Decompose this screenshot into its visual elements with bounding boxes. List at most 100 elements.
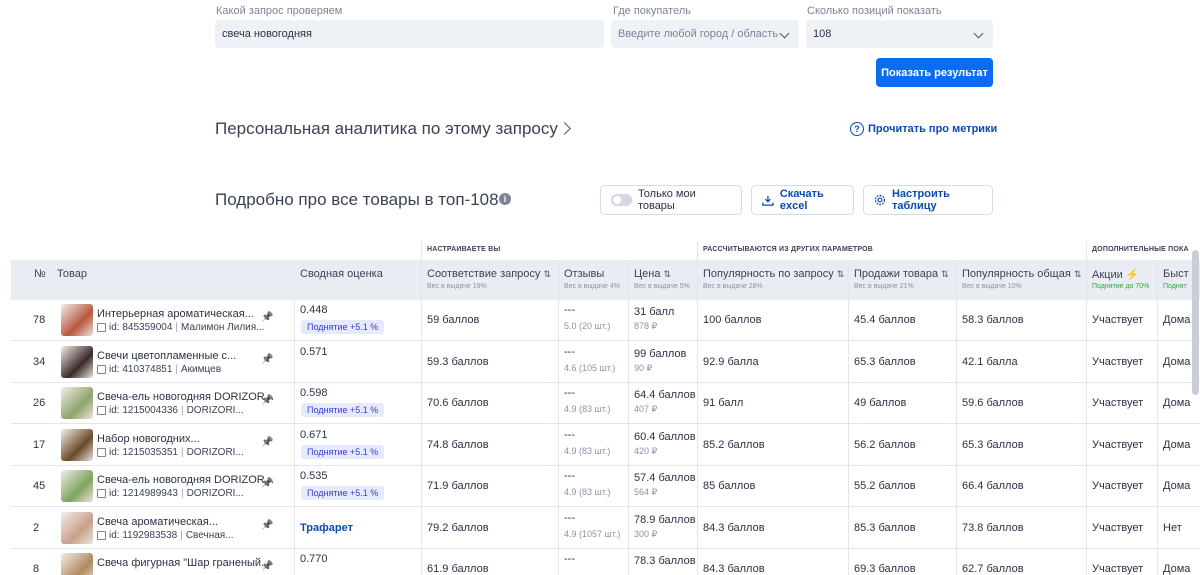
- copy-icon[interactable]: [97, 406, 106, 415]
- sales-value: 45.4 баллов: [854, 314, 916, 326]
- analytics-title[interactable]: Персональная аналитика по этому запросу: [215, 119, 558, 139]
- chevron-right-icon[interactable]: [558, 122, 571, 135]
- table-row[interactable]: 45 Свеча-ель новогодняя DORIZOR... id: 121…: [11, 466, 1200, 507]
- product-id-value: id: 1215035351: [109, 446, 178, 458]
- metrics-link[interactable]: ? Прочитать про метрики: [850, 122, 997, 136]
- col-popularity-total[interactable]: Популярность общая ⇅: [962, 268, 1081, 280]
- col-sales[interactable]: Продажи товара ⇅: [854, 268, 949, 280]
- col-relevance[interactable]: Соответствие запросу ⇅: [427, 268, 551, 280]
- copy-icon[interactable]: [97, 323, 106, 332]
- scrollbar[interactable]: [1192, 250, 1199, 395]
- product-name[interactable]: Набор новогодних...: [97, 433, 200, 445]
- product-thumbnail[interactable]: [61, 553, 93, 575]
- col-sales-label: Продажи товара: [854, 268, 939, 280]
- col-fast: Быст: [1163, 268, 1189, 280]
- relevance-value: 79.2 баллов: [427, 521, 489, 534]
- price-score: 64.4 баллов: [634, 389, 696, 401]
- sort-icon[interactable]: ⇅: [543, 269, 551, 279]
- count-select[interactable]: 108: [806, 20, 993, 48]
- product-thumbnail[interactable]: [61, 304, 93, 336]
- only-mine-toggle[interactable]: Только мои товары: [600, 185, 742, 215]
- product-id: id: 1215004336 | DORIZORI...: [97, 405, 244, 416]
- product-name[interactable]: Свечи цветопламенные с...: [97, 350, 236, 362]
- pin-icon[interactable]: 📌: [261, 478, 273, 489]
- score-template-link[interactable]: Трафарет: [300, 522, 353, 534]
- copy-icon[interactable]: [97, 489, 106, 498]
- boost-badge: Поднятие +5.1 %: [301, 486, 385, 500]
- product-id-value: id: 1215004336: [109, 405, 178, 416]
- fast-delivery: Дома: [1163, 314, 1191, 326]
- reviews-value: ---: [564, 387, 575, 399]
- product-thumbnail[interactable]: [61, 345, 93, 378]
- pin-icon[interactable]: 📌: [261, 395, 273, 406]
- group-calculated: РАССЧИТЫВАЮТСЯ ИЗ ДРУГИХ ПАРАМЕТРОВ: [697, 242, 1086, 260]
- pin-icon[interactable]: 📌: [261, 561, 273, 572]
- score-value: 0.598: [300, 387, 328, 399]
- copy-icon[interactable]: [97, 447, 106, 457]
- toggle-switch[interactable]: [611, 194, 632, 206]
- product-name[interactable]: Свеча ароматическая...: [97, 516, 218, 528]
- city-select[interactable]: Введите любой город / область: [611, 20, 799, 48]
- separator: |: [175, 322, 179, 333]
- table-header: [11, 260, 1200, 300]
- reviews-rating: 4.9 (83 шт.): [564, 445, 611, 456]
- col-relevance-label: Соответствие запросу: [427, 268, 541, 280]
- download-excel-button[interactable]: Скачать excel: [751, 185, 854, 215]
- product-thumbnail[interactable]: [61, 470, 93, 502]
- sort-icon[interactable]: ⇅: [664, 269, 672, 279]
- product-name[interactable]: Интерьерная ароматическая...: [97, 308, 254, 320]
- sort-icon[interactable]: ⇅: [941, 269, 949, 279]
- product-thumbnail[interactable]: [61, 511, 93, 544]
- sort-icon[interactable]: ⇅: [1074, 269, 1082, 279]
- table-row[interactable]: 78 Интерьерная ароматическая... id: 845359…: [11, 300, 1200, 341]
- sort-icon[interactable]: ⇅: [837, 269, 845, 279]
- lightning-icon: ⚡: [1125, 269, 1140, 281]
- row-number: 2: [33, 521, 40, 534]
- fast-delivery: Дома: [1163, 397, 1191, 409]
- table-row[interactable]: 17 Набор новогодних... id: 1215035351 | DO…: [11, 425, 1200, 466]
- col-price[interactable]: Цена ⇅: [634, 268, 671, 280]
- show-result-button[interactable]: Показать результат: [876, 58, 993, 87]
- popularity-query-value: 100 баллов: [703, 314, 762, 326]
- info-icon[interactable]: i: [499, 193, 511, 205]
- col-popularity-query[interactable]: Популярность по запросу ⇅: [703, 268, 844, 280]
- pin-icon[interactable]: 📌: [261, 437, 273, 448]
- reviews-rating: 5.0 (20 шт.): [564, 321, 611, 331]
- table-row[interactable]: 8 Свеча фигурная "Шар граненый... 📌 0.770 61…: [11, 549, 1200, 575]
- seller-name: DORIZORI...: [186, 446, 244, 458]
- product-thumbnail[interactable]: [61, 387, 93, 419]
- price-value: 407 ₽: [634, 404, 658, 414]
- product-name[interactable]: Свеча фигурная "Шар граненый...: [97, 557, 270, 569]
- fast-delivery: Дома: [1163, 438, 1191, 451]
- pin-icon[interactable]: 📌: [261, 520, 273, 531]
- product-thumbnail[interactable]: [61, 428, 93, 461]
- reviews-value: ---: [564, 511, 575, 524]
- col-promo-label: Акции: [1092, 269, 1123, 281]
- product-name[interactable]: Свеча-ель новогодняя DORIZOR...: [97, 474, 274, 486]
- col-score: Сводная оценка: [300, 268, 383, 280]
- configure-table-button[interactable]: Настроить таблицу: [863, 185, 993, 215]
- popularity-total-value: 73.8 баллов: [962, 521, 1024, 534]
- table-row[interactable]: 26 Свеча-ель новогодняя DORIZOR... id: 121…: [11, 383, 1200, 424]
- score-value: 0.571: [300, 345, 328, 358]
- question-icon: ?: [850, 122, 864, 136]
- product-id-value: id: 1192983538: [109, 529, 178, 541]
- copy-icon[interactable]: [97, 530, 106, 540]
- query-input[interactable]: свеча новогодняя: [215, 20, 604, 48]
- col-price-label: Цена: [634, 268, 661, 280]
- product-name[interactable]: Свеча-ель новогодняя DORIZOR...: [97, 391, 274, 403]
- col-sales-weight: Вес в выдаче 21%: [854, 283, 914, 290]
- table-row[interactable]: 34 Свечи цветопламенные с... id: 410374851…: [11, 342, 1200, 383]
- promo-status: Участвует: [1092, 438, 1144, 451]
- pin-icon[interactable]: 📌: [261, 312, 273, 323]
- download-label: Скачать excel: [779, 188, 824, 212]
- gear-icon: [874, 194, 886, 206]
- pin-icon[interactable]: 📌: [261, 354, 273, 365]
- col-popularity-total-weight: Вес в выдаче 10%: [962, 283, 1022, 290]
- copy-icon[interactable]: [97, 364, 106, 374]
- table-row[interactable]: 2 Свеча ароматическая... id: 1192983538 | …: [11, 508, 1200, 549]
- popularity-query-value: 85.2 баллов: [703, 438, 765, 451]
- relevance-value: 61.9 баллов: [427, 563, 489, 575]
- boost-badge: Поднятие +5.1 %: [301, 444, 385, 459]
- count-label: Сколько позиций показать: [807, 5, 942, 17]
